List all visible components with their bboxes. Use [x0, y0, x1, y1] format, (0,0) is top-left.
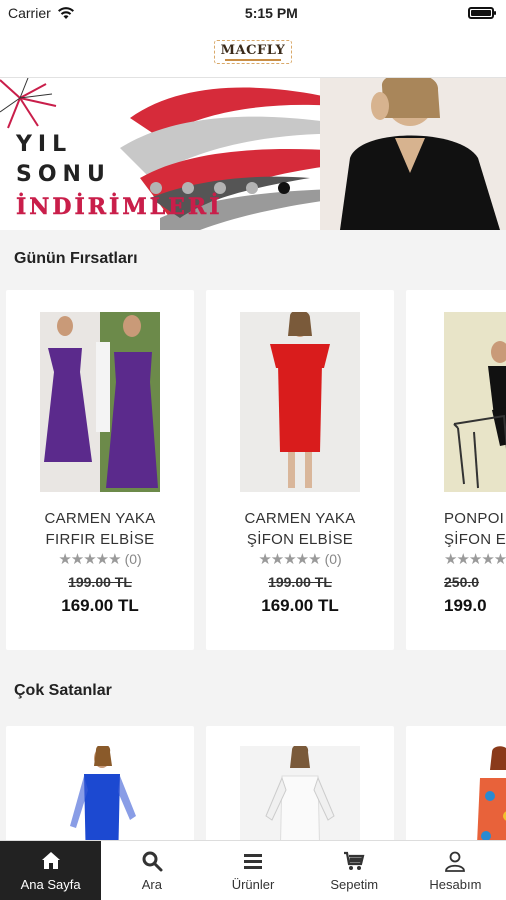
review-count: (0) — [324, 551, 342, 567]
product-card[interactable]: CARMEN YAKA FIRFIR ELBİSE ★★★★★ (0) 199.… — [6, 290, 194, 650]
brand-logo[interactable]: MACFLY — [213, 39, 293, 64]
status-left: Carrier — [8, 5, 75, 21]
product-photo — [240, 312, 360, 492]
logo-text: MACFLY — [220, 42, 286, 58]
app-header: MACFLY — [0, 26, 506, 78]
carousel-dots[interactable] — [150, 182, 290, 194]
product-card[interactable]: PONPOI ŞİFON E ★★★★★ 250.0 199.0 — [406, 290, 506, 650]
product-photo — [444, 312, 506, 492]
product-name-line-2: ŞİFON E — [444, 531, 506, 548]
bestsellers-section-title: Çok Satanlar — [14, 682, 112, 699]
product-rating: ★★★★★ (0) — [258, 550, 341, 568]
app-screen: Carrier 5:15 PM MACFLY YIL SONU İNDİRİML… — [0, 0, 506, 900]
menu-icon — [244, 854, 262, 869]
product-card[interactable] — [6, 726, 194, 856]
product-name-line-2: ŞİFON ELBİSE — [246, 531, 354, 548]
product-rating: ★★★★★ (0) — [58, 550, 141, 568]
product-card[interactable] — [206, 726, 394, 856]
bottom-tab-bar: Ana Sayfa Ara Ürünler Sepetim Hesabım — [0, 840, 506, 900]
product-name-line-1: PONPOI — [444, 510, 505, 527]
star-rating-icon: ★★★★★ — [58, 551, 121, 568]
tab-label: Hesabım — [429, 877, 482, 892]
deals-section-title: Günün Fırsatları — [14, 250, 138, 267]
product-card[interactable]: CARMEN YAKA ŞİFON ELBİSE ★★★★★ (0) 199.0… — [206, 290, 394, 650]
sale-price: 169.00 TL — [61, 596, 139, 615]
battery-fill — [470, 10, 491, 16]
cart-icon — [344, 851, 365, 870]
star-rating-icon: ★★★★★ — [258, 551, 321, 568]
product-name[interactable]: CARMEN YAKA ŞİFON ELBİSE — [244, 508, 355, 550]
product-card[interactable] — [406, 726, 506, 856]
carousel-dot[interactable] — [214, 182, 226, 194]
product-photo — [40, 312, 160, 492]
search-icon — [142, 851, 163, 872]
battery-icon — [467, 7, 496, 19]
tab-label: Ana Sayfa — [20, 877, 81, 892]
carousel-dot[interactable] — [150, 182, 162, 194]
old-price: 199.00 TL — [68, 574, 132, 590]
carousel-dot[interactable] — [182, 182, 194, 194]
product-name-line-1: CARMEN YAKA — [244, 510, 356, 527]
sale-price: 199.0 — [444, 596, 487, 615]
product-rating: ★★★★★ — [444, 550, 506, 568]
home-icon — [41, 852, 60, 869]
carrier-label: Carrier — [8, 5, 51, 21]
star-rating-icon: ★★★★★ — [444, 551, 506, 568]
carousel-dot[interactable] — [246, 182, 258, 194]
tab-label: Sepetim — [330, 877, 379, 892]
banner-headline: YIL SONU İNDİRİMLERİ — [16, 130, 223, 220]
product-image[interactable] — [240, 312, 360, 492]
tab-products[interactable]: Ürünler — [202, 841, 303, 900]
banner-line-1: YIL — [16, 132, 73, 157]
tab-account[interactable]: Hesabım — [405, 841, 506, 900]
product-name[interactable]: CARMEN YAKA FIRFIR ELBİSE — [44, 508, 155, 550]
tab-label: Ürünler — [231, 877, 275, 892]
product-name-line-2: FIRFIR ELBİSE — [45, 531, 155, 548]
product-image[interactable] — [444, 312, 506, 492]
sale-price: 169.00 TL — [261, 596, 339, 615]
old-price: 199.00 TL — [268, 574, 332, 590]
bestsellers-carousel[interactable] — [0, 716, 506, 856]
banner-line-3: İNDİRİMLERİ — [16, 194, 223, 221]
carousel-dot[interactable] — [278, 182, 290, 194]
product-image[interactable] — [40, 312, 160, 492]
tab-cart[interactable]: Sepetim — [304, 841, 405, 900]
deals-carousel[interactable]: CARMEN YAKA FIRFIR ELBİSE ★★★★★ (0) 199.… — [0, 280, 506, 650]
status-bar: Carrier 5:15 PM — [0, 0, 506, 26]
product-name-line-1: CARMEN YAKA — [44, 510, 156, 527]
review-count: (0) — [124, 551, 142, 567]
tab-search[interactable]: Ara — [101, 841, 202, 900]
promo-banner[interactable]: YIL SONU İNDİRİMLERİ — [0, 78, 506, 230]
tab-label: Ara — [141, 877, 162, 892]
old-price: 250.0 — [444, 574, 480, 590]
tab-home[interactable]: Ana Sayfa — [0, 841, 102, 900]
logo-underline — [225, 58, 281, 61]
product-name[interactable]: PONPOI ŞİFON E — [444, 508, 506, 550]
user-icon — [445, 851, 466, 872]
status-time: 5:15 PM — [244, 5, 298, 21]
wifi-icon — [57, 7, 74, 19]
